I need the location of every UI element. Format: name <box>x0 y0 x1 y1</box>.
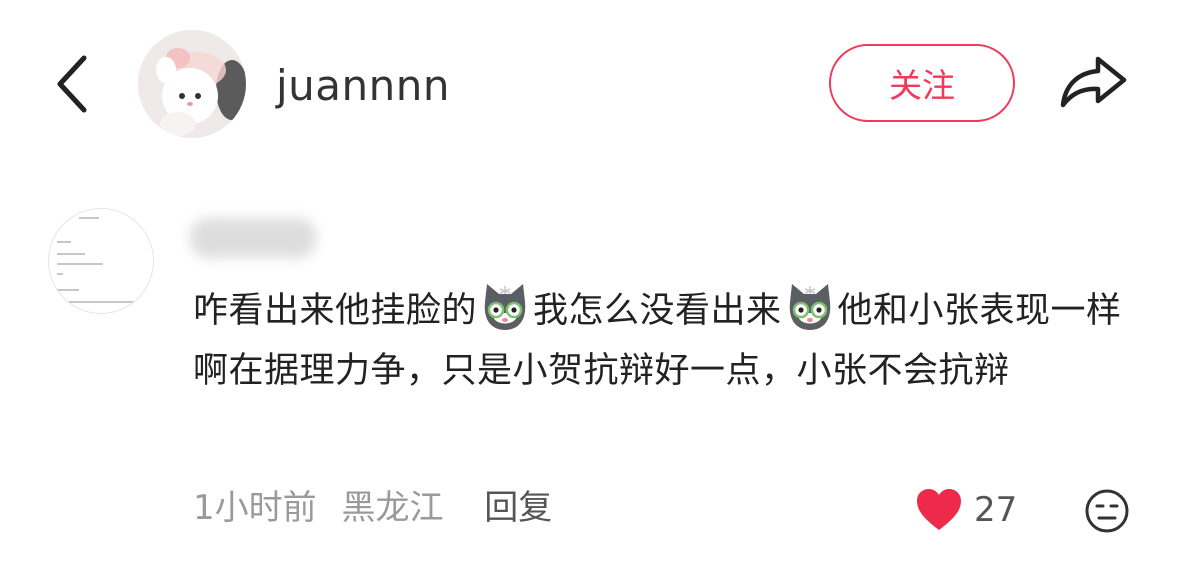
emoji-reaction-button[interactable] <box>1084 488 1130 534</box>
like-button[interactable] <box>915 488 963 532</box>
comment-meta: 1小时前 黑龙江 回复 <box>193 484 552 532</box>
like-count: 27 <box>974 490 1018 530</box>
comment-text-part-1: 咋看出来他挂脸的 <box>193 291 478 331</box>
neutral-face-icon <box>1085 489 1129 533</box>
comment-location: 黑龙江 <box>341 488 444 528</box>
back-button[interactable] <box>48 52 96 116</box>
follow-button[interactable]: 关注 <box>829 44 1015 122</box>
chevron-left-icon <box>57 55 87 113</box>
share-arrow-icon <box>1060 56 1127 108</box>
share-button[interactable] <box>1058 54 1130 110</box>
heart-icon <box>917 489 961 530</box>
comment-time: 1小时前 <box>193 488 317 528</box>
comment-text: 咋看出来他挂脸的 我怎么没看出来 他和小张表现一样啊在据理力争，只是小贺抗辩好一点，… <box>193 280 1143 401</box>
cat-avatar-image <box>138 30 246 138</box>
comment-text-part-2: 我怎么没看出来 <box>533 291 782 331</box>
cat-emoji-icon <box>789 284 830 330</box>
username[interactable]: juannnn <box>276 60 450 112</box>
cat-emoji-icon <box>484 284 526 330</box>
commenter-name-blurred[interactable] <box>190 218 316 258</box>
document-thumbnail <box>49 209 153 313</box>
reply-button[interactable]: 回复 <box>484 484 552 532</box>
author-avatar[interactable] <box>138 30 246 138</box>
commenter-avatar[interactable] <box>48 208 154 314</box>
